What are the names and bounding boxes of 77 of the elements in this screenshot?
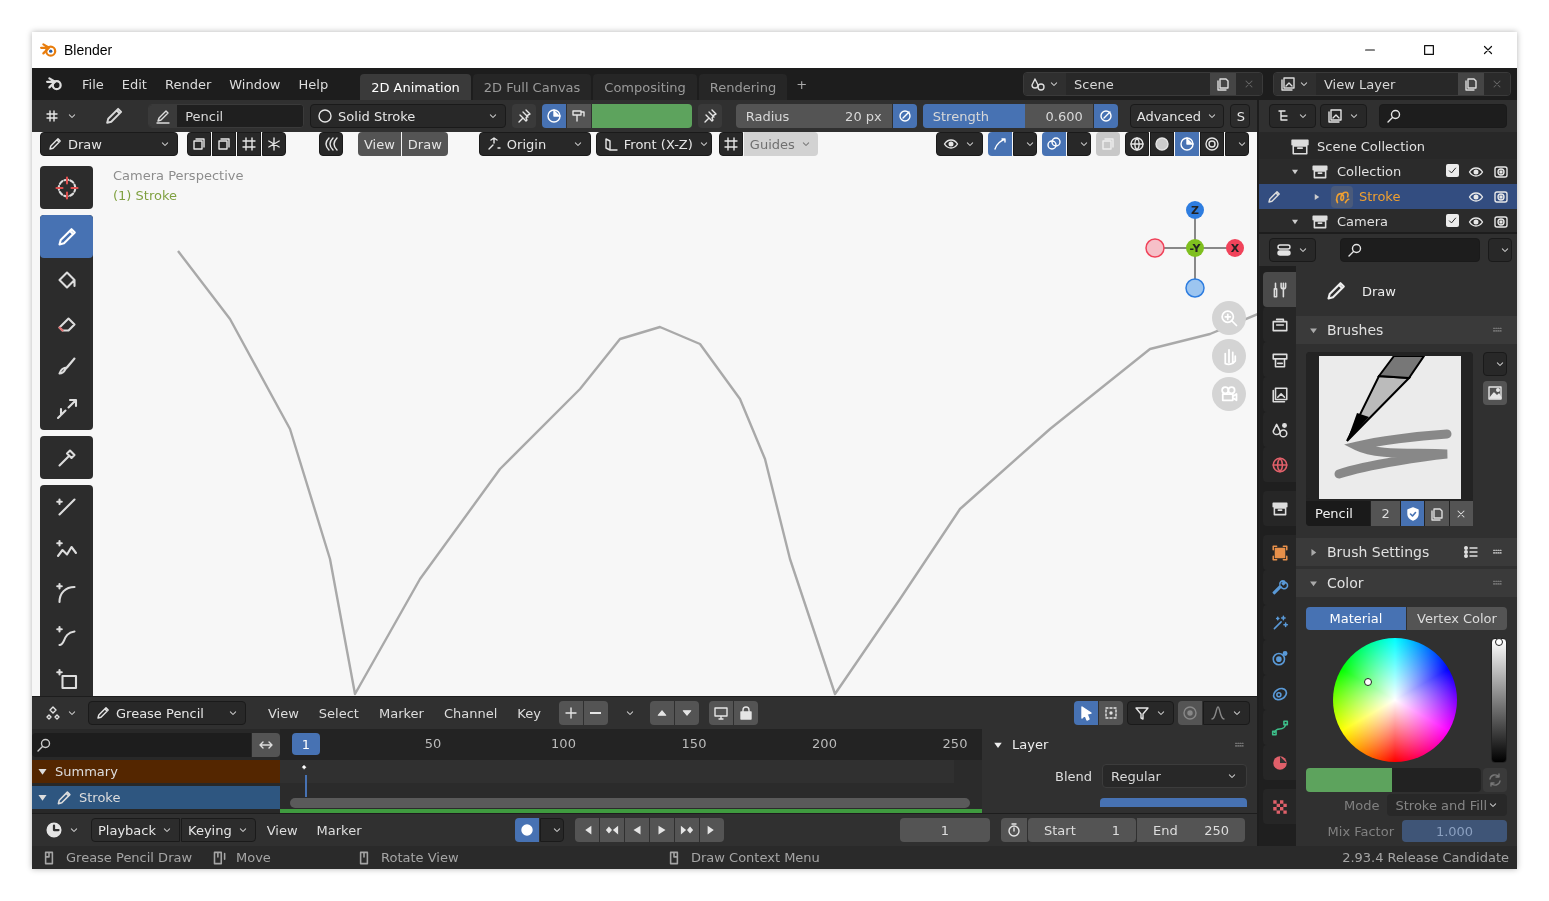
panel-header[interactable]: Brush Settings	[1296, 538, 1517, 566]
menu-dropdown[interactable]: Keying	[181, 818, 256, 842]
menu-item[interactable]: Select	[310, 701, 367, 725]
status-hint: Move	[236, 850, 271, 865]
mode-dropdown[interactable]: Grease Pencil	[88, 701, 246, 725]
menu-item[interactable]: File	[74, 72, 112, 96]
menu-item[interactable]: Marker	[308, 818, 370, 842]
settings-dropdown[interactable]: S	[1229, 104, 1250, 128]
orientation-dropdown[interactable]: Front (X-Z)	[595, 132, 712, 156]
menu-item[interactable]: View	[258, 818, 306, 842]
panel-header[interactable]: Color	[1296, 569, 1517, 597]
advanced-dropdown[interactable]: Advanced	[1129, 104, 1224, 128]
axis-gizmo[interactable]: Z -Y X	[1145, 198, 1245, 300]
axis-handle[interactable]: -Y	[1186, 239, 1204, 257]
menu-item[interactable]: Marker	[370, 701, 432, 725]
channel-row[interactable]: Summary	[32, 760, 280, 783]
current-frame-marker[interactable]: 1	[292, 733, 320, 755]
workspace-tab[interactable]: Compositing	[593, 74, 697, 100]
field-label: Mode	[1343, 797, 1380, 813]
frame-number: 250	[942, 736, 968, 751]
panel-header[interactable]: Brushes	[1296, 316, 1517, 344]
panel-header[interactable]: Layer	[992, 735, 1247, 755]
status-hint: Rotate View	[381, 850, 459, 865]
frame-number: 50	[424, 736, 442, 751]
start-frame-field[interactable]: Start 1	[1028, 818, 1136, 842]
panel-title: Color	[1327, 575, 1364, 591]
outliner-row[interactable]: Scene Collection	[1259, 134, 1517, 159]
channel-label: Summary	[55, 764, 118, 779]
mode-dropdown[interactable]: Draw	[40, 132, 178, 156]
material-dropdown[interactable]: Solid Stroke	[310, 104, 507, 128]
menu-item[interactable]: Render	[156, 72, 220, 96]
header-menu[interactable]: Draw	[401, 132, 448, 156]
window-title: Blender	[64, 42, 113, 58]
outliner-row[interactable]: Stroke	[1259, 184, 1517, 209]
outliner-label: Camera	[1337, 214, 1389, 229]
channel-label: Stroke	[79, 790, 121, 805]
color-mode-tab[interactable]: Material	[1306, 607, 1406, 630]
workspace-tab[interactable]: 2D Animation	[360, 74, 471, 100]
status-hint: Draw Context Menu	[691, 850, 820, 865]
version-label: 2.93.4 Release Candidate	[1342, 850, 1509, 865]
menu-item[interactable]: Window	[221, 72, 289, 96]
outliner-label: Stroke	[1359, 189, 1401, 204]
frame-number: 100	[551, 736, 576, 751]
menu-dropdown[interactable]: Playback	[91, 818, 180, 842]
menu-item[interactable]: Channel	[435, 701, 506, 725]
workspace-tab[interactable]: 2D Full Canvas	[472, 74, 592, 100]
tool-name: Draw	[1362, 283, 1396, 299]
end-frame-field[interactable]: End 250	[1137, 818, 1245, 842]
frame-number: 150	[681, 736, 707, 751]
outliner-label: Scene Collection	[1317, 139, 1426, 154]
add-workspace-button[interactable]: +	[789, 72, 815, 96]
menu-item[interactable]: Edit	[113, 72, 155, 96]
header-menu[interactable]: View	[358, 132, 401, 156]
blend-dropdown[interactable]: Regular	[1102, 764, 1247, 789]
pivot-dropdown[interactable]: Origin	[478, 132, 591, 156]
menu-item[interactable]: Help	[290, 72, 337, 96]
panel-title: Brushes	[1327, 322, 1384, 338]
current-frame-field[interactable]: 1	[900, 818, 990, 842]
field-label: Blend	[1053, 768, 1092, 784]
channel-row[interactable]: Stroke	[32, 786, 280, 809]
outliner-label: Collection	[1337, 164, 1402, 179]
color-mode-tab[interactable]: Vertex Color	[1407, 607, 1507, 630]
status-hint: Grease Pencil Draw	[66, 850, 193, 865]
panel-title: Layer	[1012, 737, 1049, 753]
field-label: Mix Factor	[1326, 823, 1394, 839]
menu-item[interactable]: View	[260, 701, 307, 725]
strength-slider[interactable]: Strength 0.600	[922, 104, 1093, 128]
brush-name-field[interactable]: Pencil	[1306, 501, 1370, 526]
panel-title: Brush Settings	[1327, 544, 1430, 560]
axis-handle[interactable]: Z	[1186, 201, 1204, 219]
frame-number: 200	[812, 736, 837, 751]
axis-handle[interactable]: X	[1226, 239, 1244, 257]
view-name-label: Camera Perspective	[113, 168, 244, 183]
menu-item[interactable]: Key	[509, 701, 549, 725]
workspace-tab[interactable]: Rendering	[698, 74, 788, 100]
user-count[interactable]: 2	[1371, 501, 1401, 526]
active-object-label: (1) Stroke	[113, 188, 178, 203]
